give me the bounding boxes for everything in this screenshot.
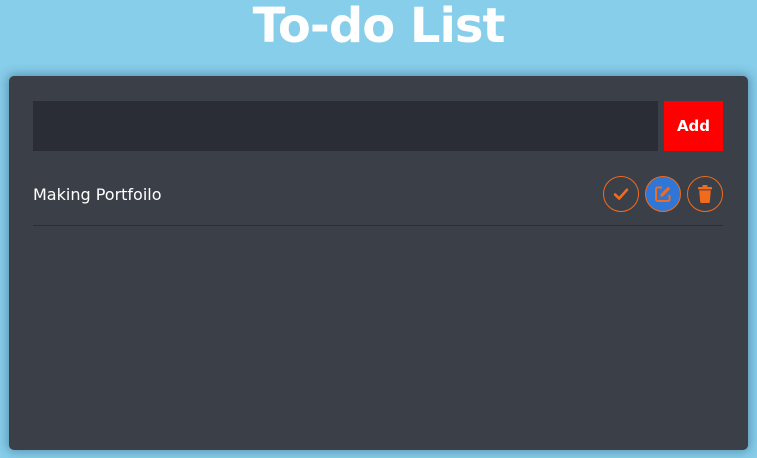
task-form: Add bbox=[33, 101, 723, 151]
page-title: To-do List bbox=[252, 0, 506, 54]
edit-button[interactable] bbox=[645, 176, 681, 212]
edit-icon bbox=[655, 186, 671, 202]
add-button[interactable]: Add bbox=[664, 101, 723, 151]
task-text: Making Portfoilo bbox=[33, 185, 162, 204]
task-input[interactable] bbox=[33, 101, 658, 151]
todo-panel: Add Making Portfoilo bbox=[9, 76, 748, 450]
task-item: Making Portfoilo bbox=[33, 176, 723, 226]
trash-icon bbox=[698, 185, 712, 203]
task-actions bbox=[603, 176, 723, 214]
check-icon bbox=[613, 188, 629, 200]
complete-button[interactable] bbox=[603, 176, 639, 212]
delete-button[interactable] bbox=[687, 176, 723, 212]
